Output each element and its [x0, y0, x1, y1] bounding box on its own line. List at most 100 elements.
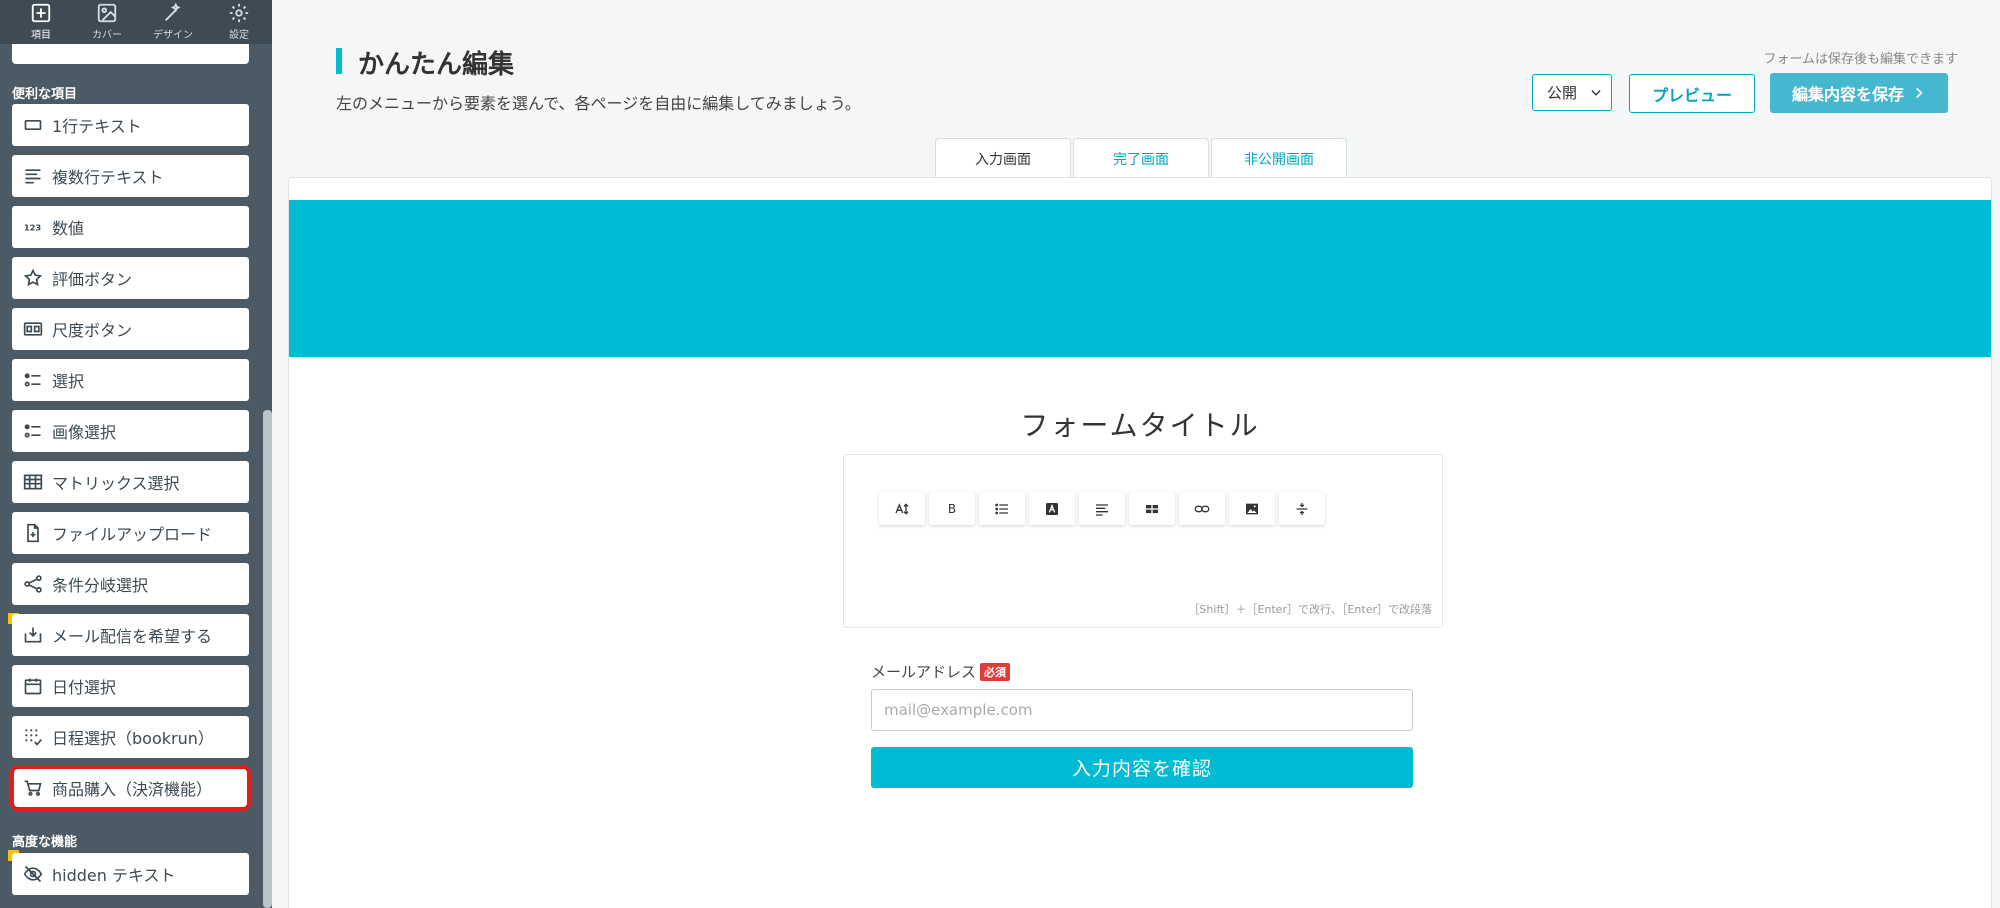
form-title[interactable]: フォームタイトル — [289, 404, 1991, 444]
publish-select-value: 公開 — [1547, 84, 1578, 102]
sidebar: 項目 カバー デザイン 設定 便利な項目 1行テキスト 複数行テキスト 123 … — [0, 0, 272, 908]
sidebar-item-label: 条件分岐選択 — [52, 576, 149, 595]
publish-select[interactable]: 公開 — [1532, 74, 1612, 111]
tab-input-screen[interactable]: 入力画面 — [935, 138, 1071, 179]
list-button[interactable] — [979, 492, 1025, 525]
table-icon — [1146, 504, 1158, 513]
sidebar-item-partial[interactable] — [12, 44, 249, 64]
nav-tab-items[interactable]: 項目 — [8, 0, 74, 44]
tab-complete-screen[interactable]: 完了画面 — [1073, 138, 1209, 178]
nav-tab-design[interactable]: デザイン — [140, 0, 206, 44]
sidebar-item-mail-opt-in[interactable]: メール配信を希望する — [12, 614, 249, 656]
align-icon — [1096, 503, 1108, 516]
sidebar-item-label: ファイルアップロード — [52, 525, 213, 544]
list-icon — [995, 503, 1008, 514]
email-label-text: メールアドレス — [871, 663, 977, 681]
sidebar-item-label: 1行テキスト — [52, 117, 142, 136]
main-area: かんたん編集 左のメニューから要素を選んで、各ページを自由に編集してみましょう。… — [272, 0, 2000, 908]
font-size-button[interactable] — [879, 492, 925, 525]
divider-icon — [1296, 502, 1308, 515]
sidebar-item-date[interactable]: 日付選択 — [12, 665, 249, 707]
page-title: かんたん編集 — [358, 50, 515, 80]
sidebar-item-conditional[interactable]: 条件分岐選択 — [12, 563, 249, 605]
sidebar-item-number[interactable]: 123 数値 — [12, 206, 249, 248]
sidebar-item-single-line-text[interactable]: 1行テキスト — [12, 104, 249, 146]
email-field[interactable] — [871, 689, 1413, 731]
nav-tab-label: 設定 — [229, 30, 249, 41]
editor-hint: ［Shift］＋［Enter］で改行、［Enter］で改段落 — [1188, 603, 1432, 616]
sidebar-item-label: 数値 — [52, 219, 85, 238]
tab-private-screen[interactable]: 非公開画面 — [1211, 138, 1347, 178]
required-badge: 必須 — [980, 662, 1011, 681]
table-icon — [22, 471, 44, 493]
image-icon — [97, 3, 117, 23]
bold-icon: B — [947, 501, 957, 516]
divider-button[interactable] — [1279, 492, 1325, 525]
align-button[interactable] — [1079, 492, 1125, 525]
sidebar-item-scale[interactable]: 尺度ボタン — [12, 308, 249, 350]
sidebar-item-hidden-text[interactable]: hidden テキスト — [12, 853, 249, 895]
image-choice-icon — [22, 420, 44, 442]
sidebar-item-schedule[interactable]: 日程選択（bookrun） — [12, 716, 249, 758]
bold-button[interactable]: B — [929, 492, 975, 525]
description-editor[interactable]: B ［Shift］＋［Enter］で改行、［Enter］で改段落 — [843, 454, 1443, 628]
page-tabs: 入力画面 完了画面 非公開画面 — [935, 138, 1349, 179]
sidebar-scrollbar[interactable] — [263, 410, 272, 908]
cart-icon — [22, 777, 44, 799]
email-field-label: メールアドレス 必須 — [871, 661, 1011, 682]
link-button[interactable] — [1179, 492, 1225, 525]
sidebar-item-label: hidden テキスト — [52, 866, 176, 885]
sidebar-item-label: マトリックス選択 — [52, 474, 180, 493]
sidebar-item-multi-line-text[interactable]: 複数行テキスト — [12, 155, 249, 197]
sidebar-item-purchase[interactable]: 商品購入（決済機能） — [10, 765, 251, 811]
nav-tab-cover[interactable]: カバー — [74, 0, 140, 44]
chevron-down-icon — [1591, 90, 1601, 96]
title-accent-bar — [336, 48, 342, 74]
eye-off-icon — [22, 863, 44, 885]
nav-tab-label: 項目 — [31, 30, 51, 41]
sidebar-item-rating[interactable]: 評価ボタン — [12, 257, 249, 299]
sidebar-item-label: 商品購入（決済機能） — [52, 780, 213, 799]
save-button[interactable]: 編集内容を保存 — [1770, 73, 1948, 113]
mail-download-icon — [22, 624, 44, 646]
sidebar-top-nav: 項目 カバー デザイン 設定 — [0, 0, 272, 44]
wand-icon — [165, 2, 181, 21]
sidebar-item-label: メール配信を希望する — [52, 627, 213, 646]
single-line-text-icon — [22, 114, 44, 136]
table-button[interactable] — [1129, 492, 1175, 525]
text-color-icon — [1046, 502, 1058, 515]
form-banner[interactable] — [289, 200, 1991, 357]
nav-tab-label: デザイン — [153, 30, 193, 41]
confirm-button[interactable]: 入力内容を確認 — [871, 747, 1413, 788]
sidebar-item-label: 尺度ボタン — [52, 321, 133, 340]
scale-icon — [22, 318, 44, 340]
plus-square-icon — [31, 3, 51, 23]
sidebar-item-file-upload[interactable]: ファイルアップロード — [12, 512, 249, 554]
editor-toolbar: B — [879, 492, 1329, 525]
sidebar-item-matrix[interactable]: マトリックス選択 — [12, 461, 249, 503]
share-icon — [22, 573, 44, 595]
nav-tab-label: カバー — [92, 30, 122, 41]
number-icon: 123 — [22, 216, 44, 238]
svg-text:123: 123 — [24, 222, 42, 232]
chevron-right-icon — [1916, 87, 1923, 99]
font-size-icon — [895, 502, 909, 515]
sidebar-item-choice[interactable]: 選択 — [12, 359, 249, 401]
image-icon — [1246, 503, 1258, 514]
sidebar-item-image-choice[interactable]: 画像選択 — [12, 410, 249, 452]
section-label-useful: 便利な項目 — [12, 87, 78, 102]
section-label-advanced: 高度な機能 — [12, 835, 78, 850]
sidebar-item-label: 画像選択 — [52, 423, 117, 442]
save-button-label: 編集内容を保存 — [1791, 85, 1904, 104]
save-note: フォームは保存後も編集できます — [1763, 52, 1958, 67]
choice-list-icon — [22, 369, 44, 391]
sidebar-item-label: 複数行テキスト — [52, 168, 164, 187]
multi-line-text-icon — [22, 165, 44, 187]
schedule-dots-icon — [22, 726, 44, 748]
preview-button[interactable]: プレビュー — [1629, 74, 1755, 113]
image-button[interactable] — [1229, 492, 1275, 525]
text-color-button[interactable] — [1029, 492, 1075, 525]
sidebar-item-label: 評価ボタン — [52, 270, 133, 289]
nav-tab-settings[interactable]: 設定 — [206, 0, 272, 44]
star-icon — [22, 267, 44, 289]
